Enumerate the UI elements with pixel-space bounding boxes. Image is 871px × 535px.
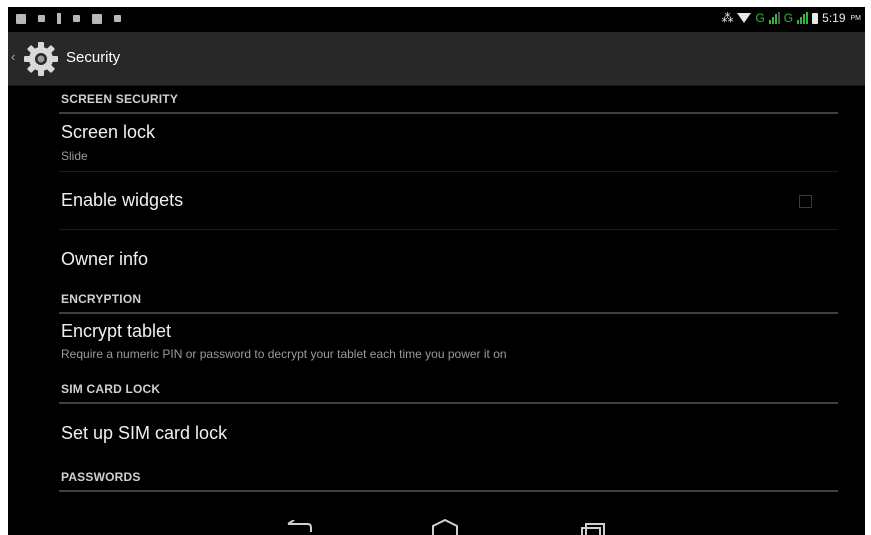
screen-lock-item[interactable]: Screen lock Slide [59,114,840,172]
action-bar: ‹ Security [8,32,865,86]
bluetooth-icon: ⁂ [721,11,734,25]
sim-card-lock-title: Set up SIM card lock [61,423,228,443]
signal-strength-icon-2 [797,12,809,24]
section-header-screen-security: SCREEN SECURITY [59,86,840,114]
notification-image-icon-2 [92,13,102,24]
usb-icon [57,13,61,24]
section-divider [59,490,838,492]
navigation-bar [8,511,865,535]
section-header-encryption: ENCRYPTION [59,286,840,314]
owner-info-item[interactable]: Owner info [59,230,840,286]
notification-image-icon [16,13,26,24]
notification-square-icon [114,15,121,22]
enable-widgets-title: Enable widgets [61,190,184,210]
enable-widgets-item[interactable]: Enable widgets [59,172,840,230]
recent-apps-icon[interactable] [580,519,606,535]
home-icon[interactable] [430,519,460,535]
signal-strength-icon [768,12,780,24]
clock-ampm: PM [850,14,862,22]
section-label: PASSWORDS [61,470,141,484]
wifi-icon [737,13,752,23]
settings-gear-icon[interactable] [22,40,60,78]
screen-lock-title: Screen lock [61,122,156,142]
system-icons: ⁂ G G 5:19 PM [721,11,861,25]
status-bar: ⁂ G G 5:19 PM [8,7,865,32]
back-icon[interactable] [286,520,312,532]
section-label: ENCRYPTION [61,292,142,306]
sim-card-lock-item[interactable]: Set up SIM card lock [59,404,840,462]
encrypt-tablet-title: Encrypt tablet [61,321,172,341]
section-header-sim-card-lock: SIM CARD LOCK [59,376,840,404]
network-type-label-2: G [783,11,794,25]
up-navigation-icon[interactable]: ‹ [11,49,15,64]
lock-icon [73,15,80,22]
clock: 5:19 [822,11,846,25]
network-type-label: G [755,11,765,25]
page-title: Security [66,49,121,66]
screen-lock-summary: Slide [61,149,88,163]
tablet-screen: ⁂ G G 5:19 PM ‹ Security SCREEN SECURITY… [8,7,865,535]
wifi-available-icon [38,15,45,22]
encrypt-tablet-item[interactable]: Encrypt tablet Require a numeric PIN or … [59,314,840,371]
section-label: SCREEN SECURITY [61,92,179,106]
section-header-passwords: PASSWORDS [59,464,840,492]
battery-icon [812,12,819,24]
section-label: SIM CARD LOCK [61,382,161,396]
owner-info-title: Owner info [61,249,149,269]
enable-widgets-checkbox[interactable] [799,195,812,208]
encrypt-tablet-summary: Require a numeric PIN or password to dec… [61,347,507,361]
notification-icons [16,13,121,24]
